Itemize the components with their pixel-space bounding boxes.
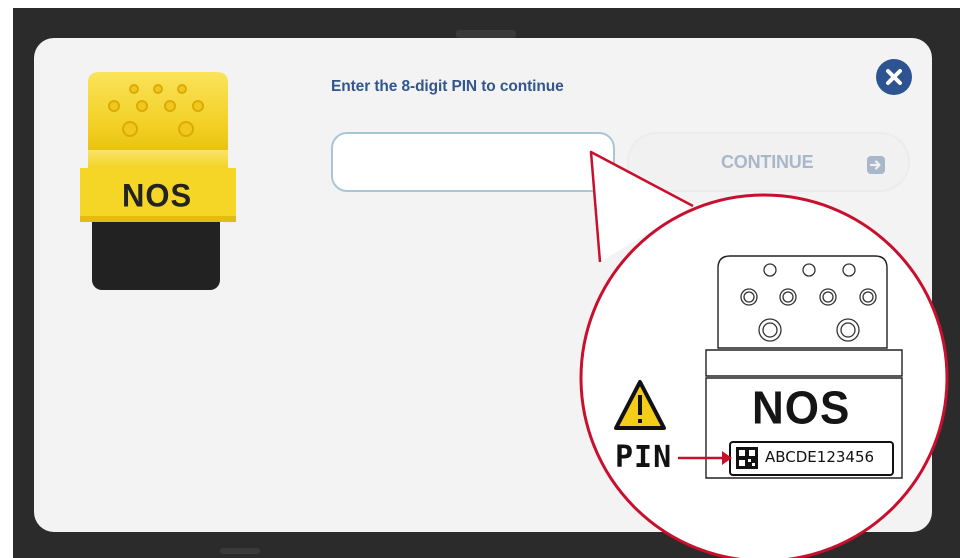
pin-example-code: ABCDE123456	[765, 448, 875, 466]
pin-label: PIN	[615, 440, 673, 475]
callout-brand-label: NOS	[752, 382, 851, 435]
pin-location-callout	[579, 150, 949, 558]
qr-code-icon	[736, 447, 758, 469]
